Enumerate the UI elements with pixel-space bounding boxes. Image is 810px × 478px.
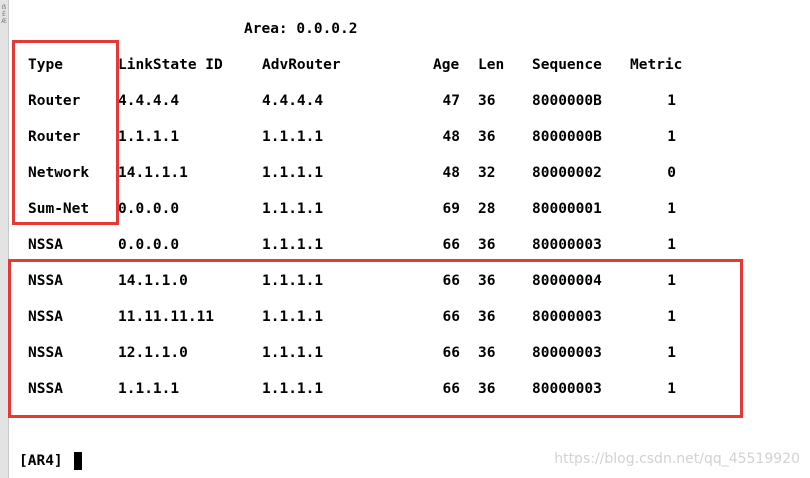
edge-label: ẞÉÆ: [1, 4, 7, 25]
row-link-state-id: 4.4.4.4: [118, 93, 180, 109]
row-metric: 1: [667, 201, 676, 217]
type-column-highlight: [12, 40, 119, 225]
row-metric: 1: [667, 237, 676, 253]
row-age: 66: [442, 237, 460, 253]
header-metric: Metric: [630, 57, 683, 73]
area-label: Area: 0.0.0.2: [244, 21, 358, 37]
row-age: 69: [442, 201, 460, 217]
row-len: 28: [478, 201, 496, 217]
row-age: 47: [442, 93, 460, 109]
row-link-state-id: 0.0.0.0: [118, 237, 180, 253]
row-len: 36: [478, 129, 496, 145]
row-age: 48: [442, 165, 460, 181]
row-sequence: 8000000B: [532, 93, 602, 109]
row-adv-router: 1.1.1.1: [262, 201, 324, 217]
header-sequence: Sequence: [532, 57, 602, 73]
cli-prompt[interactable]: [AR4]: [19, 451, 63, 471]
row-sequence: 80000001: [532, 201, 602, 217]
row-sequence: 80000002: [532, 165, 602, 181]
header-len: Len: [478, 57, 505, 73]
row-sequence: 80000003: [532, 237, 602, 253]
text-cursor: [74, 452, 82, 470]
nssa-rows-highlight: [8, 259, 743, 418]
row-len: 32: [478, 165, 496, 181]
row-len: 36: [478, 237, 496, 253]
row-metric: 0: [667, 165, 676, 181]
row-adv-router: 1.1.1.1: [262, 237, 324, 253]
row-adv-router: 1.1.1.1: [262, 165, 324, 181]
header-adv-router: AdvRouter: [262, 57, 341, 73]
row-link-state-id: 1.1.1.1: [118, 129, 180, 145]
row-adv-router: 4.4.4.4: [262, 93, 324, 109]
row-adv-router: 1.1.1.1: [262, 129, 324, 145]
header-age: Age: [433, 57, 460, 73]
row-metric: 1: [667, 129, 676, 145]
row-age: 48: [442, 129, 460, 145]
row-len: 36: [478, 93, 496, 109]
row-sequence: 8000000B: [532, 129, 602, 145]
terminal-output: Area: 0.0.0.2 Type LinkState ID AdvRoute…: [8, 0, 810, 478]
row-link-state-id: 0.0.0.0: [118, 201, 180, 217]
row-metric: 1: [667, 93, 676, 109]
row-type: NSSA: [28, 237, 63, 253]
row-link-state-id: 14.1.1.1: [118, 165, 188, 181]
watermark: https://blog.csdn.net/qq_45519920: [554, 451, 800, 467]
header-link-state-id: LinkState ID: [118, 57, 223, 73]
